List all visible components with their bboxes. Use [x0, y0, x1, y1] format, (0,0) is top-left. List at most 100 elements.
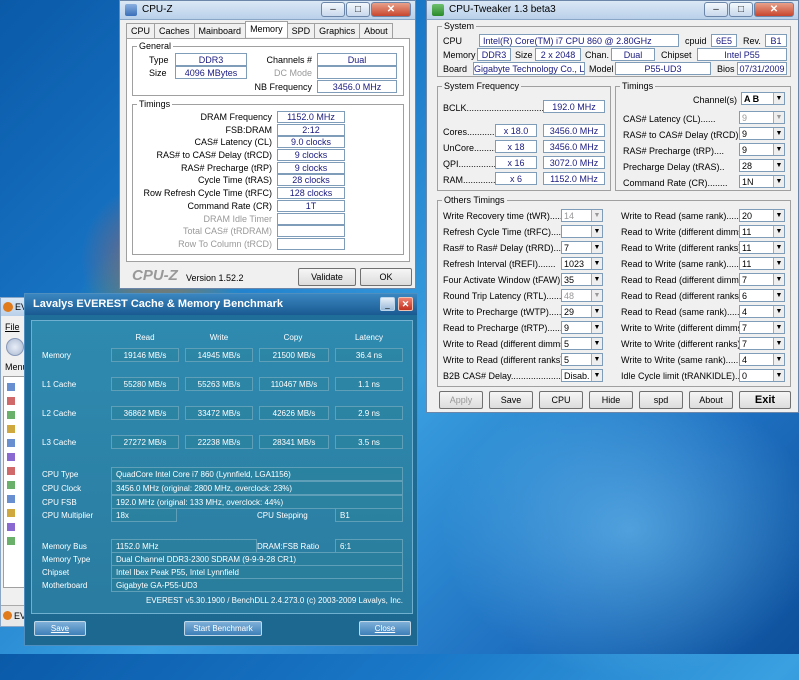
bench-copy: 28341 MB/s [259, 435, 329, 449]
other-timing-select[interactable]: 20 ▼ [739, 209, 785, 222]
timing-row: RAS# to CAS# Delay (tRCD) 9 clocks [137, 149, 397, 162]
bench-copy: 110467 MB/s [259, 377, 329, 391]
other-timing-select[interactable]: 35 ▼ [561, 273, 603, 286]
close-icon[interactable]: ✕ [398, 297, 413, 311]
tab-cpu[interactable]: CPU [126, 23, 156, 39]
other-timing-select[interactable]: 7 ▼ [739, 273, 785, 286]
save-button[interactable]: Save [34, 621, 86, 636]
other-timing-select[interactable]: Disab. ▼ [561, 369, 603, 382]
timing-row: Row Refresh Cycle Time (tRFC) 128 clocks [137, 187, 397, 200]
bclk-value: 192.0 MHz [543, 100, 605, 113]
other-timing-select[interactable]: 5 ▼ [561, 353, 603, 366]
menu-file[interactable]: File [5, 322, 20, 332]
spd-button[interactable]: spd [639, 391, 683, 409]
tree-item-icon[interactable] [7, 439, 15, 447]
about-button[interactable]: About [689, 391, 733, 409]
timing-label: FSB:DRAM [225, 124, 272, 135]
tree-item-icon[interactable] [7, 509, 15, 517]
tw-timing-select[interactable]: 1N ▼ [739, 175, 785, 188]
tree-item-icon[interactable] [7, 411, 15, 419]
maximize-icon[interactable]: □ [346, 2, 370, 17]
chipset-value: Intel Ibex Peak P55, Intel Lynnfield [111, 565, 403, 579]
tw-timing-select[interactable]: 9 ▼ [739, 143, 785, 156]
other-timing-select[interactable]: 48 ▼ [561, 289, 603, 302]
mem-bus-value: 1152.0 MHz [111, 539, 257, 553]
tree-item-icon[interactable] [7, 537, 15, 545]
other-timing-select[interactable]: 14 ▼ [561, 209, 603, 222]
close-icon[interactable]: ✕ [754, 2, 794, 17]
other-timing-label: Write to Read (same rank)...... [621, 211, 739, 221]
tree-item-icon[interactable] [7, 425, 15, 433]
minimize-icon[interactable]: _ [380, 297, 395, 311]
tree-item-icon[interactable] [7, 481, 15, 489]
cpu-button[interactable]: CPU [539, 391, 583, 409]
tw-timing-label: CAS# Latency (CL)...... [623, 114, 716, 124]
start-benchmark-button[interactable]: Start Benchmark [184, 621, 262, 636]
size-value: 4096 MBytes [175, 66, 247, 79]
validate-button[interactable]: Validate [298, 268, 356, 286]
tree-item-icon[interactable] [7, 397, 15, 405]
freq-row-mult: x 16 [495, 156, 537, 169]
channels-select[interactable]: A B ▼ [741, 92, 785, 105]
tweaker-titlebar[interactable]: CPU-Tweaker 1.3 beta3 – □ ✕ [427, 1, 798, 20]
dcmode-value [317, 66, 397, 79]
chevron-down-icon: ▼ [591, 370, 602, 381]
tab-spd[interactable]: SPD [286, 23, 316, 39]
other-timing-select[interactable]: 7 ▼ [739, 337, 785, 350]
timings-rows: DRAM Frequency 1152.0 MHz FSB:DRAM 2:12 … [137, 111, 397, 251]
timing-label: Row To Column (tRCD) [178, 238, 272, 249]
other-timing-select[interactable]: 7 ▼ [739, 321, 785, 334]
maximize-icon[interactable]: □ [729, 2, 753, 17]
tree-item-icon[interactable] [7, 383, 15, 391]
everest-titlebar[interactable]: Lavalys EVEREST Cache & Memory Benchmark… [25, 294, 417, 315]
tab-about[interactable]: About [359, 23, 393, 39]
tw-timing-select[interactable]: 28 ▼ [739, 159, 785, 172]
tab-memory[interactable]: Memory [245, 21, 288, 37]
close-button[interactable]: Close [359, 621, 411, 636]
other-timing-select[interactable]: 9 ▼ [561, 321, 603, 334]
others-legend: Others Timings [444, 195, 505, 205]
back-nav-icon[interactable] [6, 338, 24, 356]
other-timing-select[interactable]: 4 ▼ [739, 305, 785, 318]
tree-item-icon[interactable] [7, 495, 15, 503]
minimize-icon[interactable]: – [321, 2, 345, 17]
other-timing-select[interactable]: 11 ▼ [739, 241, 785, 254]
start-benchmark-label: Start Benchmark [193, 624, 253, 633]
tree-item-icon[interactable] [7, 523, 15, 531]
ok-button[interactable]: OK [360, 268, 412, 286]
other-timing-label: Read to Write (same rank)....... [621, 259, 739, 269]
other-timing-select[interactable]: 7 ▼ [561, 241, 603, 254]
hide-button[interactable]: Hide [589, 391, 633, 409]
tab-graphics[interactable]: Graphics [314, 23, 361, 39]
other-timing-select[interactable]: 0 ▼ [739, 369, 785, 382]
other-timing-select[interactable]: 5 ▼ [561, 337, 603, 350]
chevron-down-icon: ▼ [591, 354, 602, 365]
tree-item-icon[interactable] [7, 467, 15, 475]
other-timing-select[interactable]: 4 ▼ [739, 353, 785, 366]
tab-mainboard[interactable]: Mainboard [193, 23, 247, 39]
bios-value: 07/31/2009 [737, 62, 787, 75]
apply-button[interactable]: Apply [439, 391, 483, 409]
timing-row: CAS# Latency (CL) 9.0 clocks [137, 136, 397, 149]
other-timing-select[interactable]: 6 ▼ [739, 289, 785, 302]
tw-timing-select[interactable]: 9 ▼ [739, 127, 785, 140]
tw-timing-select[interactable]: 9 ▼ [739, 111, 785, 124]
other-timing-select[interactable]: 1023 ▼ [561, 257, 603, 270]
other-timing-select[interactable]: 11 ▼ [739, 257, 785, 270]
bench-copy: 21500 MB/s [259, 348, 329, 362]
channels-value: Dual [317, 53, 397, 66]
timing-value: 28 clocks [277, 174, 345, 187]
tree-item-icon[interactable] [7, 453, 15, 461]
exit-button[interactable]: Exit [739, 391, 791, 409]
other-timing-select[interactable]: 29 ▼ [561, 305, 603, 318]
minimize-icon[interactable]: – [704, 2, 728, 17]
other-timing-select-value: 1023 [564, 259, 585, 269]
close-icon[interactable]: ✕ [371, 2, 411, 17]
other-timing-select[interactable]: 11 ▼ [739, 225, 785, 238]
save-button[interactable]: Save [489, 391, 533, 409]
timing-value: 9 clocks [277, 161, 345, 174]
tab-caches[interactable]: Caches [154, 23, 195, 39]
cpuz-titlebar[interactable]: CPU-Z – □ ✕ [120, 1, 415, 20]
other-timing-select[interactable]: ▼ [561, 225, 603, 238]
other-timing-select-value: 14 [564, 211, 575, 221]
